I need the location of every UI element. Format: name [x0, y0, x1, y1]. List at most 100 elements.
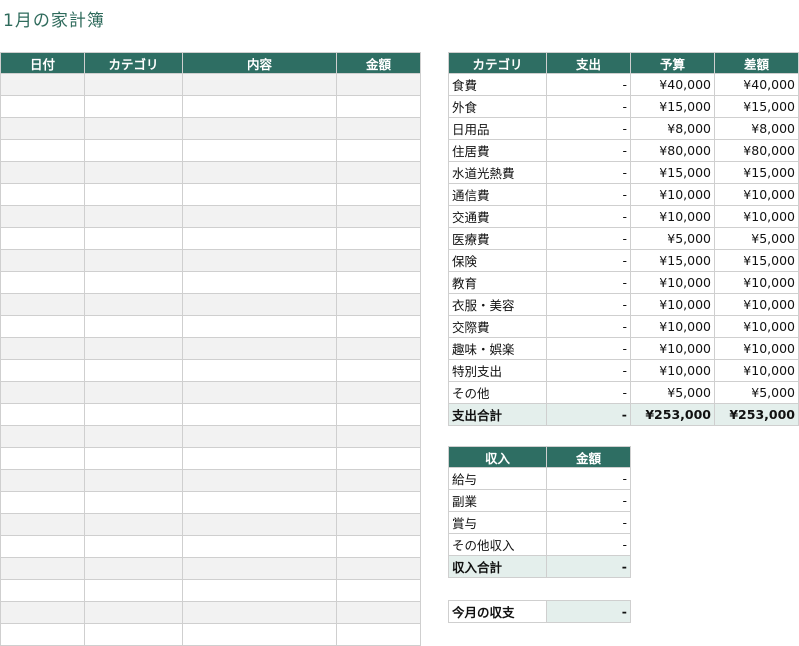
- ledger-cell-date[interactable]: [0, 205, 85, 228]
- income-cell-label[interactable]: その他収入: [448, 533, 547, 556]
- budget-cell-spent[interactable]: -: [546, 161, 631, 184]
- budget-cell-budget[interactable]: ¥10,000: [630, 183, 715, 206]
- budget-cell-spent[interactable]: -: [546, 95, 631, 118]
- ledger-cell-category[interactable]: [84, 227, 183, 250]
- budget-cell-budget[interactable]: ¥10,000: [630, 315, 715, 338]
- ledger-cell-category[interactable]: [84, 337, 183, 360]
- ledger-cell-category[interactable]: [84, 161, 183, 184]
- ledger-cell-amount[interactable]: [336, 491, 421, 514]
- ledger-cell-amount[interactable]: [336, 359, 421, 382]
- ledger-cell-category[interactable]: [84, 535, 183, 558]
- budget-cell-category[interactable]: 交通費: [448, 205, 547, 228]
- income-cell-amount[interactable]: -: [546, 511, 631, 534]
- budget-cell-budget[interactable]: ¥5,000: [630, 227, 715, 250]
- ledger-cell-date[interactable]: [0, 249, 85, 272]
- ledger-cell-date[interactable]: [0, 381, 85, 404]
- ledger-cell-date[interactable]: [0, 293, 85, 316]
- ledger-cell-content[interactable]: [182, 557, 337, 580]
- ledger-cell-category[interactable]: [84, 491, 183, 514]
- budget-cell-category[interactable]: 住居費: [448, 139, 547, 162]
- ledger-cell-date[interactable]: [0, 337, 85, 360]
- budget-cell-category[interactable]: 教育: [448, 271, 547, 294]
- budget-cell-spent[interactable]: -: [546, 249, 631, 272]
- ledger-cell-category[interactable]: [84, 293, 183, 316]
- ledger-cell-content[interactable]: [182, 447, 337, 470]
- budget-cell-diff[interactable]: ¥8,000: [714, 117, 799, 140]
- budget-cell-category[interactable]: 水道光熱費: [448, 161, 547, 184]
- budget-cell-category[interactable]: 保険: [448, 249, 547, 272]
- budget-cell-budget[interactable]: ¥10,000: [630, 271, 715, 294]
- ledger-cell-amount[interactable]: [336, 161, 421, 184]
- ledger-cell-content[interactable]: [182, 183, 337, 206]
- ledger-cell-date[interactable]: [0, 425, 85, 448]
- ledger-cell-amount[interactable]: [336, 337, 421, 360]
- ledger-cell-content[interactable]: [182, 205, 337, 228]
- ledger-cell-content[interactable]: [182, 601, 337, 624]
- ledger-cell-date[interactable]: [0, 315, 85, 338]
- ledger-cell-amount[interactable]: [336, 601, 421, 624]
- budget-total-spent[interactable]: -: [546, 403, 631, 426]
- ledger-cell-amount[interactable]: [336, 117, 421, 140]
- ledger-cell-amount[interactable]: [336, 425, 421, 448]
- budget-cell-category[interactable]: 外食: [448, 95, 547, 118]
- ledger-cell-category[interactable]: [84, 249, 183, 272]
- ledger-cell-content[interactable]: [182, 403, 337, 426]
- ledger-cell-amount[interactable]: [336, 513, 421, 536]
- budget-cell-budget[interactable]: ¥15,000: [630, 95, 715, 118]
- budget-cell-budget[interactable]: ¥15,000: [630, 161, 715, 184]
- ledger-cell-content[interactable]: [182, 623, 337, 646]
- budget-total-label[interactable]: 支出合計: [448, 403, 547, 426]
- budget-cell-category[interactable]: その他: [448, 381, 547, 404]
- ledger-cell-date[interactable]: [0, 513, 85, 536]
- budget-cell-spent[interactable]: -: [546, 73, 631, 96]
- ledger-cell-date[interactable]: [0, 601, 85, 624]
- ledger-cell-category[interactable]: [84, 271, 183, 294]
- budget-cell-spent[interactable]: -: [546, 183, 631, 206]
- budget-cell-diff[interactable]: ¥40,000: [714, 73, 799, 96]
- ledger-cell-date[interactable]: [0, 139, 85, 162]
- budget-cell-diff[interactable]: ¥80,000: [714, 139, 799, 162]
- budget-cell-spent[interactable]: -: [546, 227, 631, 250]
- ledger-cell-content[interactable]: [182, 337, 337, 360]
- ledger-cell-category[interactable]: [84, 315, 183, 338]
- ledger-cell-category[interactable]: [84, 73, 183, 96]
- income-total-amount[interactable]: -: [546, 555, 631, 578]
- budget-cell-budget[interactable]: ¥5,000: [630, 381, 715, 404]
- ledger-cell-category[interactable]: [84, 447, 183, 470]
- ledger-cell-amount[interactable]: [336, 557, 421, 580]
- ledger-cell-content[interactable]: [182, 293, 337, 316]
- budget-cell-spent[interactable]: -: [546, 205, 631, 228]
- budget-cell-diff[interactable]: ¥10,000: [714, 337, 799, 360]
- ledger-cell-date[interactable]: [0, 183, 85, 206]
- budget-cell-spent[interactable]: -: [546, 117, 631, 140]
- budget-cell-diff[interactable]: ¥10,000: [714, 183, 799, 206]
- budget-cell-budget[interactable]: ¥80,000: [630, 139, 715, 162]
- ledger-cell-date[interactable]: [0, 491, 85, 514]
- ledger-cell-content[interactable]: [182, 579, 337, 602]
- budget-cell-diff[interactable]: ¥10,000: [714, 359, 799, 382]
- balance-label[interactable]: 今月の収支: [448, 600, 547, 623]
- budget-cell-budget[interactable]: ¥8,000: [630, 117, 715, 140]
- budget-cell-diff[interactable]: ¥10,000: [714, 315, 799, 338]
- ledger-cell-amount[interactable]: [336, 227, 421, 250]
- income-cell-amount[interactable]: -: [546, 533, 631, 556]
- budget-cell-spent[interactable]: -: [546, 381, 631, 404]
- ledger-cell-content[interactable]: [182, 491, 337, 514]
- ledger-cell-category[interactable]: [84, 601, 183, 624]
- ledger-cell-content[interactable]: [182, 271, 337, 294]
- ledger-cell-content[interactable]: [182, 249, 337, 272]
- ledger-cell-content[interactable]: [182, 469, 337, 492]
- budget-cell-spent[interactable]: -: [546, 293, 631, 316]
- ledger-cell-content[interactable]: [182, 535, 337, 558]
- budget-cell-budget[interactable]: ¥10,000: [630, 293, 715, 316]
- ledger-cell-category[interactable]: [84, 623, 183, 646]
- budget-cell-spent[interactable]: -: [546, 337, 631, 360]
- budget-cell-category[interactable]: 衣服・美容: [448, 293, 547, 316]
- budget-cell-diff[interactable]: ¥5,000: [714, 381, 799, 404]
- ledger-cell-content[interactable]: [182, 359, 337, 382]
- budget-cell-category[interactable]: 日用品: [448, 117, 547, 140]
- budget-cell-category[interactable]: 特別支出: [448, 359, 547, 382]
- ledger-cell-amount[interactable]: [336, 469, 421, 492]
- budget-total-diff[interactable]: ¥253,000: [714, 403, 799, 426]
- budget-cell-diff[interactable]: ¥10,000: [714, 271, 799, 294]
